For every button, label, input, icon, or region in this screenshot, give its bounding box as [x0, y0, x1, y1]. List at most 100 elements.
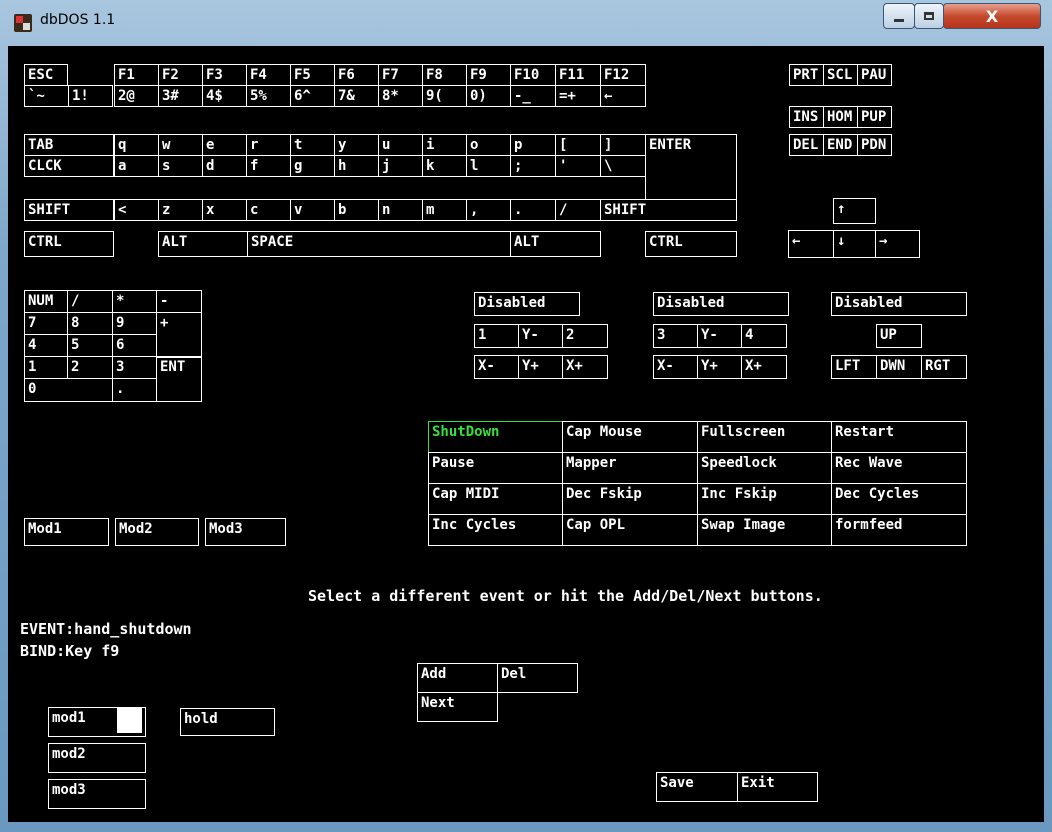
key-a[interactable]: a: [114, 155, 159, 177]
key-x[interactable]: x: [202, 199, 247, 221]
event-inc-cycles[interactable]: Inc Cycles: [428, 514, 563, 546]
key-numpad-2[interactable]: 2: [67, 356, 113, 379]
key-l[interactable]: l: [466, 155, 511, 177]
key-u[interactable]: u: [378, 134, 423, 156]
key-right-bracket[interactable]: ]: [600, 134, 646, 156]
joy1-button-2[interactable]: 2: [562, 324, 608, 348]
joy1-y-plus[interactable]: Y+: [518, 355, 563, 379]
event-restart[interactable]: Restart: [831, 421, 967, 453]
key-less-than[interactable]: <: [114, 199, 159, 221]
key-numpad-plus[interactable]: +: [156, 312, 202, 358]
key-c[interactable]: c: [246, 199, 291, 221]
key-slash[interactable]: /: [555, 199, 601, 221]
key-right-arrow[interactable]: →: [875, 230, 920, 258]
event-fullscreen[interactable]: Fullscreen: [697, 421, 832, 453]
joy1-button-1[interactable]: 1: [474, 324, 519, 348]
key-period[interactable]: .: [510, 199, 556, 221]
key-page-down[interactable]: PDN: [857, 134, 892, 156]
event-cap-opl[interactable]: Cap OPL: [562, 514, 698, 546]
joy2-y-minus[interactable]: Y-: [697, 324, 742, 348]
mod3-button[interactable]: Mod3: [205, 518, 286, 546]
key-numpad-1[interactable]: 1: [24, 356, 68, 379]
joy2-y-plus[interactable]: Y+: [697, 355, 742, 379]
key-semicolon[interactable]: ;: [510, 155, 556, 177]
key-scroll-lock[interactable]: SCL: [823, 64, 858, 86]
title-bar[interactable]: dbDOS 1.1 X: [0, 0, 1052, 46]
key-i[interactable]: i: [422, 134, 467, 156]
key-w[interactable]: w: [158, 134, 203, 156]
key-d[interactable]: d: [202, 155, 247, 177]
key-m[interactable]: m: [422, 199, 467, 221]
key-o[interactable]: o: [466, 134, 511, 156]
key-f12[interactable]: F12: [600, 64, 646, 86]
event-dec-cycles[interactable]: Dec Cycles: [831, 483, 967, 515]
key-p[interactable]: p: [510, 134, 556, 156]
del-button[interactable]: Del: [497, 663, 578, 693]
key-f10[interactable]: F10: [510, 64, 556, 86]
joy1-x-minus[interactable]: X-: [474, 355, 519, 379]
key-f8[interactable]: F8: [422, 64, 467, 86]
key-page-up[interactable]: PUP: [857, 106, 892, 128]
event-speedlock[interactable]: Speedlock: [697, 452, 832, 484]
joy1-y-minus[interactable]: Y-: [518, 324, 563, 348]
key-f1[interactable]: F1: [114, 64, 159, 86]
key-backtick[interactable]: `~: [24, 85, 69, 107]
key-f3[interactable]: F3: [202, 64, 247, 86]
save-button[interactable]: Save: [656, 772, 738, 802]
mod2-button[interactable]: Mod2: [115, 518, 199, 546]
key-right-shift[interactable]: SHIFT: [600, 199, 737, 221]
key-y[interactable]: y: [334, 134, 379, 156]
key-t[interactable]: t: [290, 134, 335, 156]
event-mapper[interactable]: Mapper: [562, 452, 698, 484]
joy1-x-plus[interactable]: X+: [562, 355, 608, 379]
key-left-alt[interactable]: ALT: [158, 231, 248, 257]
key-f5[interactable]: F5: [290, 64, 335, 86]
mod1-button[interactable]: Mod1: [24, 518, 109, 546]
hat-down[interactable]: DWN: [876, 355, 922, 379]
key-numpad-decimal[interactable]: .: [112, 378, 157, 402]
key-b[interactable]: b: [334, 199, 379, 221]
exit-button[interactable]: Exit: [737, 772, 818, 802]
key-tab[interactable]: TAB: [24, 134, 114, 156]
key-left-arrow[interactable]: ←: [788, 230, 834, 258]
key-left-ctrl[interactable]: CTRL: [24, 231, 114, 257]
key-numpad-7[interactable]: 7: [24, 312, 68, 335]
hat-right[interactable]: RGT: [921, 355, 967, 379]
bind-hold-checkbox[interactable]: hold: [180, 708, 275, 736]
key-k[interactable]: k: [422, 155, 467, 177]
key-print[interactable]: PRT: [789, 64, 824, 86]
key-s[interactable]: s: [158, 155, 203, 177]
add-button[interactable]: Add: [417, 663, 498, 693]
key-n[interactable]: n: [378, 199, 423, 221]
event-cap-mouse[interactable]: Cap Mouse: [562, 421, 698, 453]
key-quote[interactable]: ': [555, 155, 601, 177]
maximize-button[interactable]: [914, 3, 944, 29]
joy2-button-4[interactable]: 4: [741, 324, 787, 348]
key-right-alt[interactable]: ALT: [510, 231, 601, 257]
key-f11[interactable]: F11: [555, 64, 601, 86]
key-v[interactable]: v: [290, 199, 335, 221]
key-numpad-6[interactable]: 6: [112, 334, 157, 357]
key-enter[interactable]: ENTER: [645, 134, 737, 200]
dbdos-app-icon[interactable]: [14, 14, 32, 32]
key-7[interactable]: 7&: [334, 85, 379, 107]
joy2-x-plus[interactable]: X+: [741, 355, 787, 379]
key-5[interactable]: 5%: [246, 85, 291, 107]
joystick1-status-button[interactable]: Disabled: [474, 292, 580, 316]
key-backspace[interactable]: ←: [600, 85, 646, 107]
key-numpad-3[interactable]: 3: [112, 356, 157, 379]
key-home[interactable]: HOM: [823, 106, 858, 128]
key-4[interactable]: 4$: [202, 85, 247, 107]
key-backslash[interactable]: \: [600, 155, 646, 177]
key-2[interactable]: 2@: [114, 85, 159, 107]
key-3[interactable]: 3#: [158, 85, 203, 107]
key-8[interactable]: 8*: [378, 85, 423, 107]
minimize-button[interactable]: [883, 3, 915, 29]
key-numpad-divide[interactable]: /: [67, 290, 113, 313]
bind-mod2-checkbox[interactable]: mod2: [48, 743, 146, 773]
close-button[interactable]: X: [943, 3, 1041, 29]
key-h[interactable]: h: [334, 155, 379, 177]
key-numpad-9[interactable]: 9: [112, 312, 157, 335]
key-numpad-4[interactable]: 4: [24, 334, 68, 357]
event-formfeed[interactable]: formfeed: [831, 514, 967, 546]
